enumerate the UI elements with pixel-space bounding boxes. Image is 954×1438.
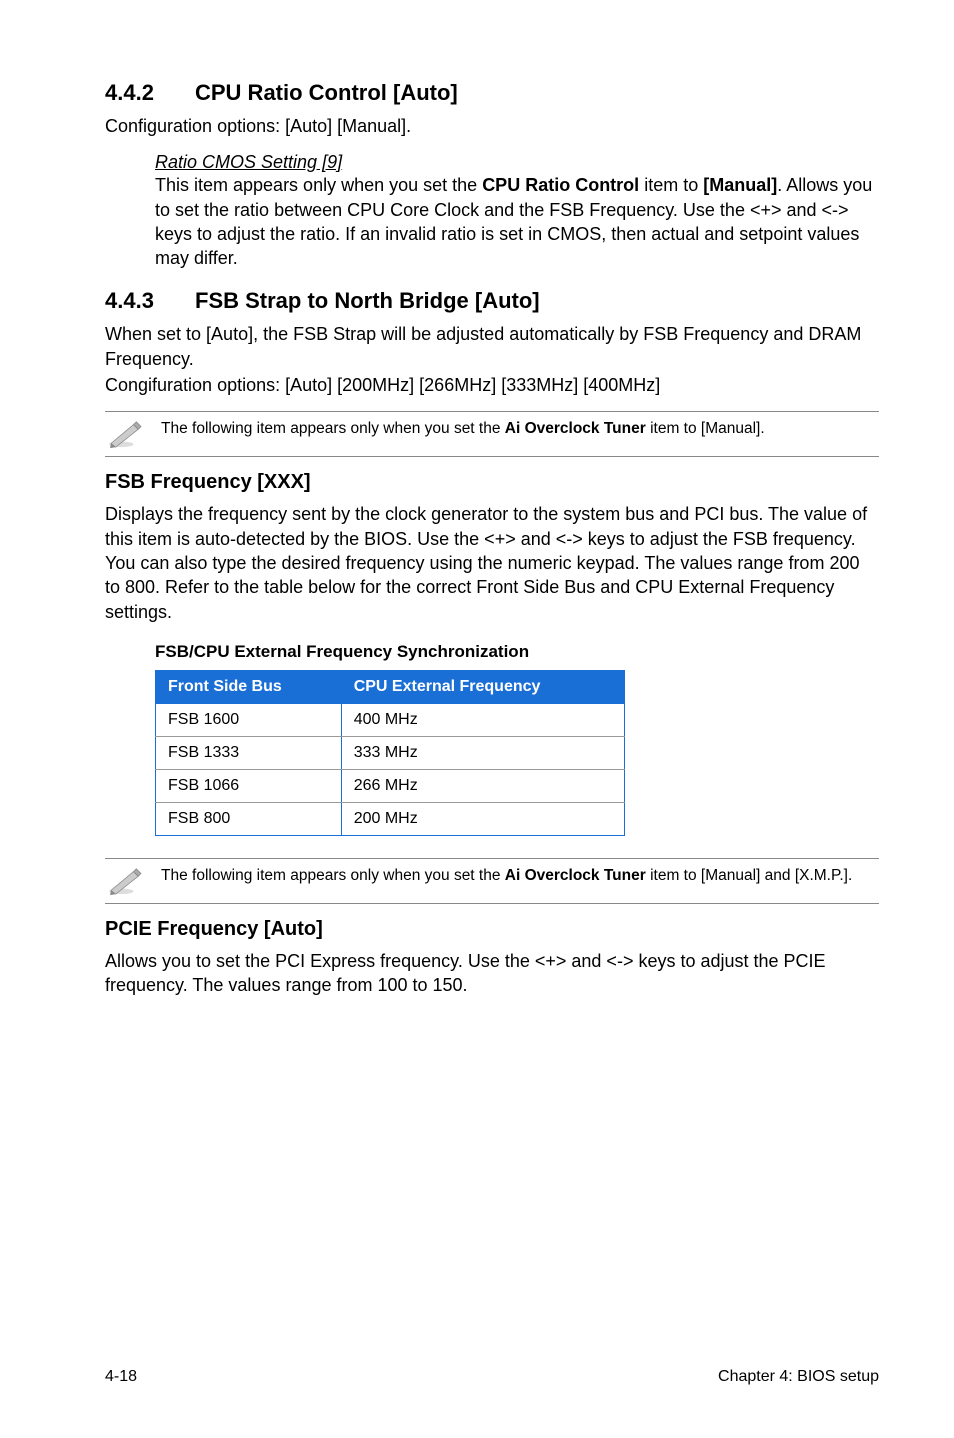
- text-fragment: This item appears only when you set the: [155, 175, 482, 195]
- footer-chapter: Chapter 4: BIOS setup: [718, 1368, 879, 1386]
- config-options-text: Configuration options: [Auto] [Manual].: [105, 114, 879, 138]
- table-cell: FSB 1066: [156, 769, 342, 802]
- fsb-frequency-body: Displays the frequency sent by the clock…: [105, 502, 879, 623]
- table-header-fsb: Front Side Bus: [156, 670, 342, 703]
- text-fragment: item to [Manual] and [X.M.P.].: [646, 867, 852, 884]
- text-bold-fragment: Ai Overclock Tuner: [505, 867, 646, 884]
- text-bold-fragment: CPU Ratio Control: [482, 175, 639, 195]
- pcie-frequency-heading: PCIE Frequency [Auto]: [105, 918, 879, 941]
- table-row: FSB 1066 266 MHz: [156, 769, 625, 802]
- table-row: FSB 1333 333 MHz: [156, 736, 625, 769]
- table-header-row: Front Side Bus CPU External Frequency: [156, 670, 625, 703]
- text-fragment: The following item appears only when you…: [161, 867, 505, 884]
- page-footer: 4-18 Chapter 4: BIOS setup: [105, 1368, 879, 1386]
- note-text: The following item appears only when you…: [161, 419, 765, 440]
- note-text: The following item appears only when you…: [161, 866, 852, 887]
- fsb-cpu-table: Front Side Bus CPU External Frequency FS…: [155, 670, 625, 836]
- pcie-frequency-body: Allows you to set the PCI Express freque…: [105, 949, 879, 998]
- section-title: FSB Strap to North Bridge [Auto]: [195, 288, 540, 313]
- table-row: FSB 800 200 MHz: [156, 802, 625, 835]
- text-bold-fragment: [Manual]: [703, 175, 777, 195]
- fsb-strap-body1: When set to [Auto], the FSB Strap will b…: [105, 322, 879, 371]
- pencil-icon: [107, 866, 145, 896]
- table-cell: 333 MHz: [341, 736, 624, 769]
- section-heading-4-4-3: 4.4.3FSB Strap to North Bridge [Auto]: [105, 288, 879, 314]
- text-bold-fragment: Ai Overclock Tuner: [505, 420, 646, 437]
- text-fragment: item to [Manual].: [646, 420, 765, 437]
- table-header-cpu: CPU External Frequency: [341, 670, 624, 703]
- ratio-cmos-body: This item appears only when you set the …: [155, 173, 879, 270]
- section-number: 4.4.3: [105, 288, 195, 314]
- section-heading-4-4-2: 4.4.2CPU Ratio Control [Auto]: [105, 80, 879, 106]
- table-cell: FSB 1600: [156, 703, 342, 736]
- table-cell: FSB 800: [156, 802, 342, 835]
- table-cell: FSB 1333: [156, 736, 342, 769]
- footer-page-number: 4-18: [105, 1368, 137, 1386]
- ratio-cmos-heading: Ratio CMOS Setting [9]: [155, 152, 879, 173]
- table-row: FSB 1600 400 MHz: [156, 703, 625, 736]
- fsb-frequency-heading: FSB Frequency [XXX]: [105, 471, 879, 494]
- text-fragment: item to: [639, 175, 703, 195]
- fsb-strap-body2: Congifuration options: [Auto] [200MHz] […: [105, 373, 879, 397]
- table-cell: 400 MHz: [341, 703, 624, 736]
- table-cell: 200 MHz: [341, 802, 624, 835]
- pencil-icon: [107, 419, 145, 449]
- table-cell: 266 MHz: [341, 769, 624, 802]
- table-caption: FSB/CPU External Frequency Synchronizati…: [155, 642, 879, 662]
- section-number: 4.4.2: [105, 80, 195, 106]
- section-title: CPU Ratio Control [Auto]: [195, 80, 458, 105]
- note-callout-1: The following item appears only when you…: [105, 411, 879, 457]
- text-fragment: The following item appears only when you…: [161, 420, 505, 437]
- note-callout-2: The following item appears only when you…: [105, 858, 879, 904]
- ratio-block: Ratio CMOS Setting [9] This item appears…: [155, 152, 879, 270]
